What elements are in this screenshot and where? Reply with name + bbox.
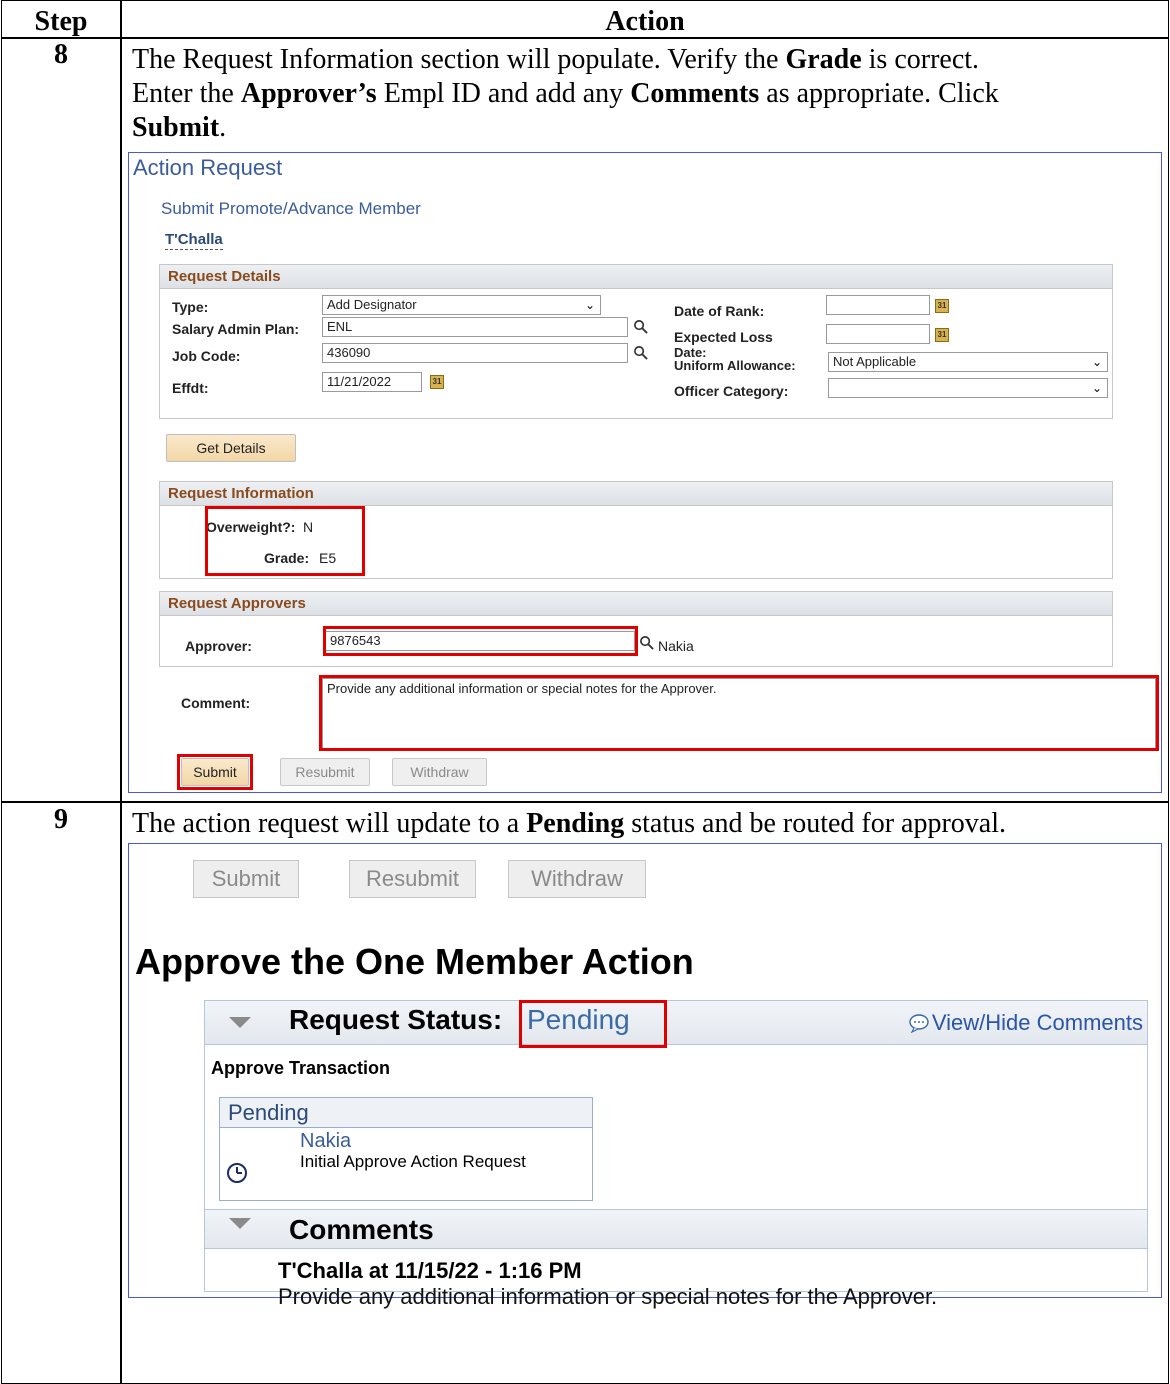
step-number: 8 xyxy=(54,39,68,70)
approval-step-box: Pending Nakia Initial Approve Action Req… xyxy=(219,1097,593,1201)
collapse-triangle-icon[interactable] xyxy=(229,1017,251,1028)
action-request-screenshot: Action Request Submit Promote/Advance Me… xyxy=(128,152,1162,793)
collapse-triangle-icon[interactable] xyxy=(229,1218,251,1229)
member-name-link[interactable]: T'Challa xyxy=(165,231,223,250)
job-code-label: Job Code: xyxy=(172,348,241,364)
calendar-icon[interactable]: 31 xyxy=(935,299,949,313)
approval-status-screenshot: Submit Resubmit Withdraw Approve the One… xyxy=(128,843,1162,1309)
comment-label: Comment: xyxy=(181,695,251,711)
highlight-box xyxy=(205,506,365,576)
chevron-down-icon: ⌄ xyxy=(1091,355,1102,369)
salary-plan-input[interactable]: ENL xyxy=(322,317,628,337)
resubmit-button[interactable]: Resubmit xyxy=(349,860,476,898)
comment-text: Provide any additional information or sp… xyxy=(278,1284,938,1309)
chevron-down-icon: ⌄ xyxy=(1091,381,1102,395)
approver-label: Approver: xyxy=(185,638,252,654)
highlight-box xyxy=(519,1000,667,1048)
request-details-group: Request Details Type: Add Designator ⌄ Sa… xyxy=(159,264,1113,419)
view-hide-comments-link[interactable]: View/Hide Comments xyxy=(908,1010,1143,1036)
approval-step-header: Pending xyxy=(220,1098,592,1128)
expected-loss-label: Expected Loss xyxy=(674,329,773,345)
step-instruction: The Request Information section will pop… xyxy=(132,44,999,143)
withdraw-button[interactable]: Withdraw xyxy=(508,860,646,898)
column-divider xyxy=(120,1,122,1383)
group-header: Request Approvers xyxy=(160,592,1112,616)
speech-bubble-icon xyxy=(909,1014,929,1034)
comments-header: Comments xyxy=(205,1209,1147,1249)
approver-name-link[interactable]: Nakia xyxy=(300,1130,351,1153)
search-icon[interactable] xyxy=(639,635,654,650)
uniform-allowance-select[interactable]: Not Applicable ⌄ xyxy=(828,352,1108,372)
group-header: Request Information xyxy=(160,482,1112,506)
header-action: Action xyxy=(605,6,685,37)
row-divider xyxy=(2,801,1168,803)
approver-name: Nakia xyxy=(658,638,694,654)
search-icon[interactable] xyxy=(633,345,648,360)
submit-button[interactable]: Submit xyxy=(193,860,299,898)
date-of-rank-input[interactable] xyxy=(826,295,930,315)
group-header: Request Details xyxy=(160,265,1112,289)
highlight-box xyxy=(177,754,253,790)
page-title: Action Request xyxy=(133,155,283,180)
expected-loss-input[interactable] xyxy=(826,324,930,344)
approve-transaction-label: Approve Transaction xyxy=(211,1058,391,1078)
highlight-box xyxy=(319,675,1159,751)
officer-category-select[interactable]: ⌄ xyxy=(828,378,1108,398)
highlight-box xyxy=(323,626,638,656)
status-label: Request Status: xyxy=(289,1004,503,1035)
step-instruction: The action request will update to a Pend… xyxy=(132,808,1007,839)
chevron-down-icon: ⌄ xyxy=(584,298,595,312)
step-number: 9 xyxy=(54,804,68,835)
calendar-icon[interactable]: 31 xyxy=(430,375,444,389)
request-status-panel: Request Status: Pending View/Hide Commen… xyxy=(204,1000,1148,1309)
type-label: Type: xyxy=(172,299,209,315)
date-of-rank-label: Date of Rank: xyxy=(674,303,765,319)
comment-meta: T'Challa at 11/15/22 - 1:16 PM xyxy=(278,1258,582,1283)
uniform-allowance-label: Uniform Allowance: xyxy=(674,358,796,373)
page-title: Approve the One Member Action xyxy=(135,941,694,982)
calendar-icon[interactable]: 31 xyxy=(935,328,949,342)
get-details-button[interactable]: Get Details xyxy=(166,434,296,462)
search-icon[interactable] xyxy=(633,319,648,334)
officer-category-label: Officer Category: xyxy=(674,383,789,399)
withdraw-button[interactable]: Withdraw xyxy=(392,758,487,786)
job-code-input[interactable]: 436090 xyxy=(322,343,628,363)
clock-icon xyxy=(227,1163,247,1183)
resubmit-button[interactable]: Resubmit xyxy=(280,758,370,786)
request-status-header: Request Status: Pending View/Hide Commen… xyxy=(205,1001,1147,1045)
type-select[interactable]: Add Designator ⌄ xyxy=(322,295,601,315)
approval-step-name: Initial Approve Action Request xyxy=(300,1152,526,1171)
page-subtitle: Submit Promote/Advance Member xyxy=(161,199,421,218)
salary-plan-label: Salary Admin Plan: xyxy=(172,321,300,337)
header-step: Step xyxy=(34,6,88,37)
effdt-input[interactable]: 11/21/2022 xyxy=(322,372,422,392)
comments-title: Comments xyxy=(289,1214,434,1245)
effdt-label: Effdt: xyxy=(172,380,209,396)
